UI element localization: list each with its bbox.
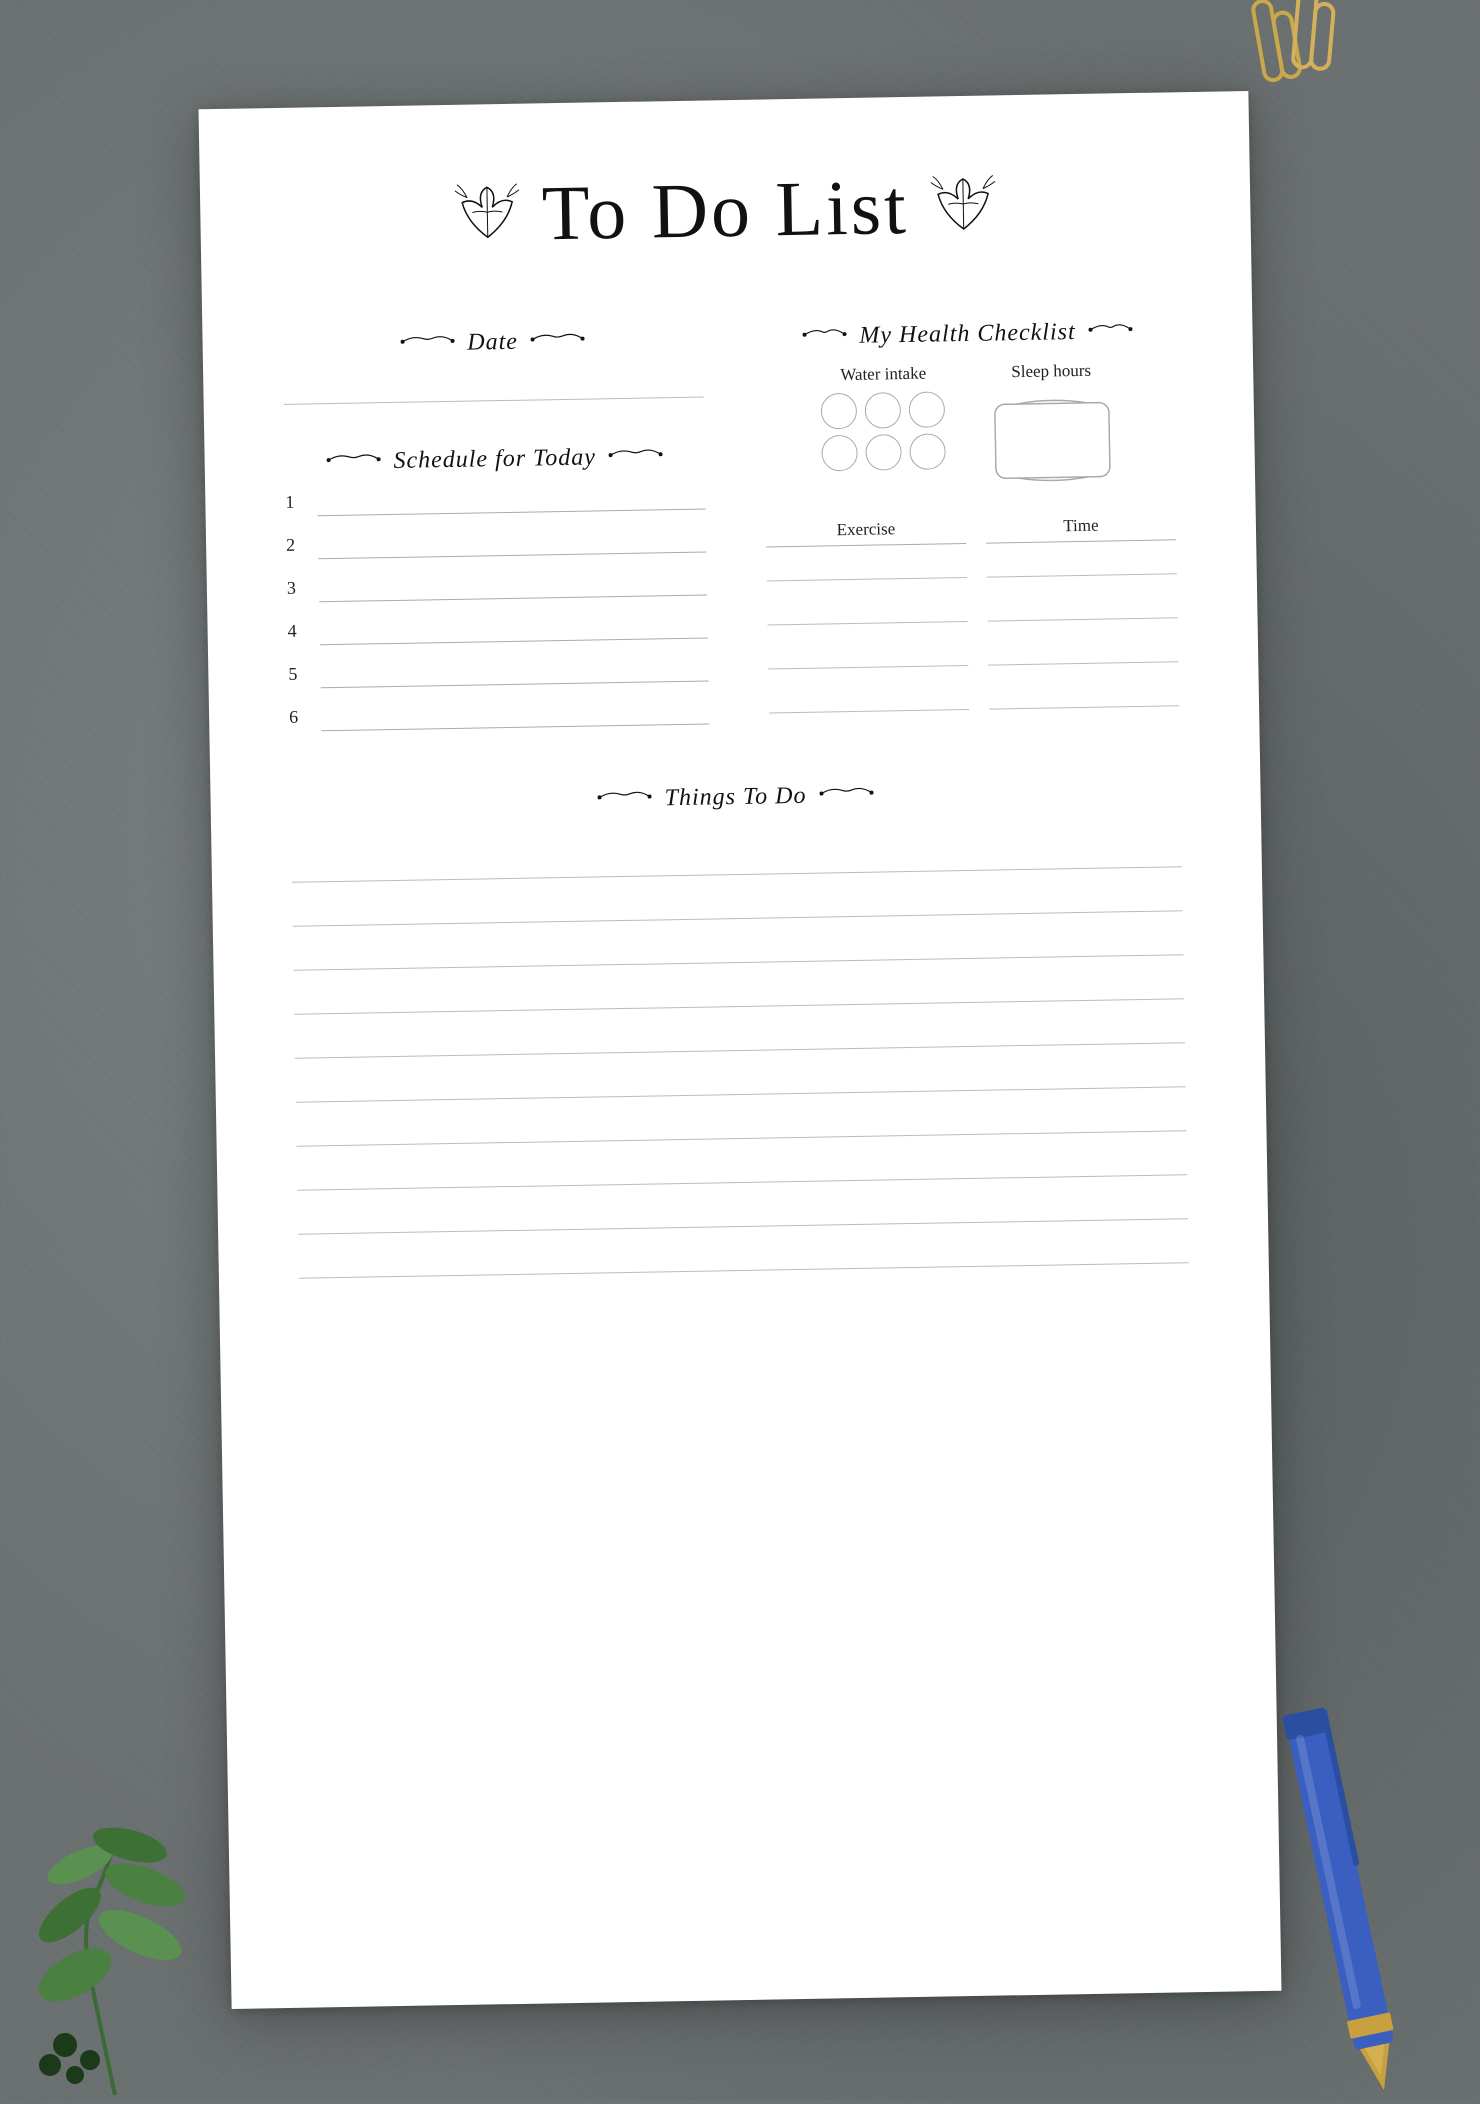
things-label: Things To Do	[664, 783, 806, 812]
schedule-decor-right-icon	[606, 443, 666, 471]
time-field-3[interactable]	[988, 636, 1178, 665]
things-header: Things To Do	[290, 776, 1180, 819]
sleep-hours-label: Sleep hours	[1011, 361, 1091, 382]
water-circle-2[interactable]	[865, 392, 902, 429]
time-field-4[interactable]	[989, 680, 1179, 709]
paperclip-decoration	[1220, 0, 1380, 100]
date-decor-right-icon	[528, 328, 588, 356]
water-circle-4[interactable]	[821, 435, 858, 472]
pen-decoration	[1340, 1675, 1430, 2100]
exercise-row-1	[766, 548, 1176, 581]
date-field[interactable]	[283, 368, 703, 405]
sleep-hours-item: Sleep hours	[986, 360, 1118, 497]
plant-decoration	[0, 1775, 230, 2100]
schedule-item-3: 3	[287, 571, 707, 603]
schedule-section: Schedule for Today 1 2	[284, 443, 709, 732]
exercise-row-4	[769, 680, 1179, 713]
schedule-line-5[interactable]	[320, 657, 708, 688]
paper-document: To Do List	[199, 91, 1282, 2009]
water-intake-item: Water intake	[820, 363, 948, 500]
water-intake-label: Water intake	[840, 364, 926, 385]
time-field-2[interactable]	[987, 592, 1177, 621]
schedule-item-2: 2	[286, 528, 706, 560]
sleep-box-svg[interactable]	[987, 394, 1119, 486]
main-content: Date	[282, 317, 1179, 751]
page-title: To Do List	[541, 162, 909, 258]
schedule-num-1: 1	[285, 492, 305, 517]
schedule-label: Schedule for Today	[393, 444, 596, 475]
health-decor-left-icon	[799, 323, 849, 351]
schedule-num-5: 5	[288, 663, 308, 688]
schedule-header: Schedule for Today	[284, 443, 704, 477]
water-circle-6[interactable]	[909, 433, 946, 470]
title-leaf-left-icon	[451, 181, 522, 247]
exercise-row-2	[767, 592, 1177, 625]
time-field-1[interactable]	[986, 548, 1176, 577]
title-leaf-right-icon	[928, 173, 999, 239]
right-column: My Health Checklist Water intake	[762, 317, 1179, 743]
things-decor-right-icon	[816, 782, 876, 810]
left-column: Date	[282, 326, 709, 752]
exercise-section: Exercise Time	[766, 514, 1179, 713]
health-header: My Health Checklist	[762, 317, 1172, 351]
date-header: Date	[282, 326, 702, 360]
exercise-field-4[interactable]	[769, 684, 969, 713]
health-label: My Health Checklist	[859, 319, 1076, 350]
water-circles-grid	[821, 391, 948, 471]
schedule-line-6[interactable]	[321, 700, 709, 731]
health-sub-row: Water intake Sleep hours	[763, 359, 1175, 501]
water-circle-1[interactable]	[821, 393, 858, 430]
health-decor-right-icon	[1085, 318, 1135, 346]
schedule-num-3: 3	[287, 577, 307, 602]
time-col-label: Time	[1063, 516, 1099, 536]
date-decor-left-icon	[397, 330, 457, 358]
schedule-num-6: 6	[289, 706, 309, 731]
exercise-col-label: Exercise	[837, 519, 896, 539]
schedule-item-6: 6	[289, 699, 709, 731]
schedule-num-2: 2	[286, 534, 306, 559]
water-circle-5[interactable]	[865, 434, 902, 471]
schedule-line-4[interactable]	[319, 615, 707, 646]
schedule-item-5: 5	[288, 656, 708, 688]
exercise-field-3[interactable]	[768, 640, 968, 669]
date-section: Date	[282, 326, 703, 405]
schedule-num-4: 4	[287, 620, 307, 645]
schedule-line-2[interactable]	[318, 529, 706, 560]
things-section: Things To Do	[290, 776, 1188, 1278]
exercise-field-2[interactable]	[767, 596, 967, 625]
date-label: Date	[467, 329, 518, 357]
things-lines	[291, 823, 1189, 1278]
exercise-field-1[interactable]	[766, 552, 966, 581]
schedule-item-1: 1	[285, 485, 705, 517]
things-decor-left-icon	[594, 785, 654, 813]
water-circle-3[interactable]	[909, 391, 946, 428]
schedule-decor-left-icon	[323, 448, 383, 476]
schedule-line-3[interactable]	[319, 572, 707, 603]
schedule-item-4: 4	[287, 614, 707, 646]
schedule-line-1[interactable]	[317, 486, 705, 517]
exercise-row-3	[768, 636, 1178, 669]
health-section: My Health Checklist Water intake	[762, 317, 1179, 713]
title-area: To Do List	[280, 157, 1172, 283]
